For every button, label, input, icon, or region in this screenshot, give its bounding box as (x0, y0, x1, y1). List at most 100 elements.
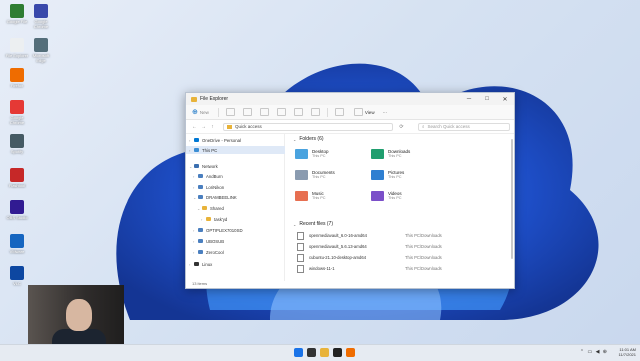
desktop-icon[interactable]: VMware (4, 234, 30, 254)
address-path: Quick access (235, 124, 262, 129)
recent-file-row[interactable]: openmediavault_5.6.13-amd64 This PC\Downl… (297, 242, 497, 251)
desktop-icon[interactable]: Flashtool (4, 168, 30, 188)
folder-icon (191, 96, 197, 102)
nav-tree-item[interactable]: › AndBurn (186, 172, 223, 180)
desktop-icon-label: Flashtool (8, 183, 26, 188)
desktop-icon-label: Google Chrome (9, 115, 25, 125)
sort-button[interactable] (334, 108, 346, 116)
app-icon (10, 68, 24, 82)
folder-icon (202, 206, 207, 210)
file-explorer-icon[interactable] (320, 348, 329, 357)
recent-section-header[interactable]: ⌄ Recent files (7) (293, 221, 333, 227)
search-input[interactable]: ⌕ Search Quick access (418, 122, 510, 131)
recent-file-row[interactable]: windows-11-1 This PC\Downloads (297, 264, 497, 273)
desktop-icon[interactable]: File Explorer (4, 38, 30, 58)
desktop-icon[interactable]: Google File (4, 4, 30, 24)
recent-file-location: This PC\Downloads (405, 255, 442, 260)
search-placeholder: Search Quick access (427, 124, 470, 129)
app-icon (10, 234, 24, 248)
nav-tree-item[interactable]: ⌄ Shared (186, 204, 224, 212)
file-icon (297, 242, 304, 251)
folder-location: This PC (388, 196, 402, 201)
paste-icon[interactable] (259, 108, 269, 116)
file-icon (297, 264, 304, 273)
taskbar-apps (292, 348, 357, 357)
clock[interactable]: 11:01 AM 11/7/2021 (619, 347, 637, 357)
app-icon (10, 168, 24, 182)
folder-tile[interactable]: Music This PC (295, 187, 367, 205)
terminal-icon[interactable] (333, 348, 342, 357)
desktop-icon[interactable]: Google Chrome (4, 100, 30, 125)
folders-section-header[interactable]: ⌄ Folders (6) (293, 136, 324, 142)
desktop-icon[interactable]: Google Chrome (28, 4, 54, 29)
folder-icon (206, 217, 211, 221)
more-options-button[interactable]: ··· (383, 110, 388, 115)
share-icon[interactable] (293, 108, 303, 116)
divider (217, 107, 219, 117)
up-button[interactable]: ↑ (208, 124, 217, 130)
file-icon (297, 253, 304, 262)
content-pane: ⌄ Folders (6) ⌄ Recent files (7) Desktop… (285, 133, 514, 281)
back-button[interactable]: ← (190, 124, 199, 130)
desktop-icon-label: Google File (6, 19, 28, 24)
folder-location: This PC (388, 175, 402, 180)
divider (326, 107, 328, 117)
nav-tree-item[interactable]: › LoriNikon (186, 183, 224, 191)
desktop-icon[interactable]: OBS Studio (4, 200, 30, 220)
minimize-button[interactable]: ─ (460, 96, 478, 102)
rename-icon[interactable] (276, 108, 286, 116)
desktop-icon[interactable]: Microsoft Edge (28, 38, 54, 63)
address-bar[interactable]: Quick access (223, 122, 393, 131)
close-button[interactable]: ✕ (496, 96, 514, 103)
maximize-button[interactable]: □ (478, 96, 496, 102)
search-icon[interactable] (307, 348, 316, 357)
folder-location: This PC (388, 154, 402, 159)
refresh-button[interactable]: ⟳ (397, 124, 406, 130)
new-button[interactable]: ⊕ New (192, 108, 209, 116)
desktop-icon-label: File Explorer (5, 53, 29, 58)
computer-icon (198, 185, 203, 189)
nav-tree-item[interactable]: ⌄ Network (186, 162, 218, 170)
status-bar: 13 items (192, 281, 208, 286)
cut-icon[interactable] (225, 108, 235, 116)
desktop-icon[interactable]: Spotify (4, 134, 30, 154)
folder-tile[interactable]: Downloads This PC (371, 145, 443, 163)
forward-button[interactable]: → (199, 124, 208, 130)
nav-tree-item[interactable]: › OneDrive - Personal (186, 136, 241, 144)
nav-tree-item[interactable]: › This PC (186, 146, 285, 154)
folder-tile[interactable]: Videos This PC (371, 187, 443, 205)
nav-tree-item[interactable]: › ZeroCool (186, 248, 224, 256)
app-icon (10, 266, 24, 280)
title-bar[interactable]: File Explorer ─ □ ✕ (186, 93, 514, 105)
delete-icon[interactable] (310, 108, 320, 116)
nav-tree-label: ZeroCool (206, 249, 224, 255)
folder-tile[interactable]: Pictures This PC (371, 166, 443, 184)
recent-file-row[interactable]: openmediavault_6.0-16-amd64 This PC\Downl… (297, 231, 497, 240)
nav-tree-item[interactable]: › Linux (186, 260, 212, 268)
nav-tree-item[interactable]: › UBOSUB (186, 237, 224, 245)
recent-file-row[interactable]: cubuntu-21.10-desktop-amd64 This PC\Downl… (297, 253, 497, 262)
nav-tree-item[interactable]: › task'yd (186, 215, 227, 223)
start-icon[interactable] (294, 348, 303, 357)
recent-file-location: This PC\Downloads (405, 233, 442, 238)
folder-tile[interactable]: Documents This PC (295, 166, 367, 184)
desktop-icon-label: VMware (9, 249, 25, 254)
desktop-icons: Google File Google Chrome File Explorer Mic… (0, 0, 54, 300)
explorer-body: › OneDrive - Personal › This PC ⌄ Network › And… (186, 133, 514, 281)
nav-tree-label: LoriNikon (206, 184, 225, 190)
nav-tree-item[interactable]: ⌄ DRAMBEELINK (186, 193, 237, 201)
system-tray-icons[interactable]: ⌃ ▭ ◀ ⊕ (580, 349, 608, 355)
scrollbar[interactable] (511, 139, 513, 259)
file-icon (297, 231, 304, 240)
desktop-icon[interactable]: VLC (4, 266, 30, 286)
view-button[interactable]: View (353, 108, 375, 116)
computer-icon (198, 195, 203, 199)
folder-icon (295, 170, 308, 180)
nav-tree-item[interactable]: › OPTIPLEX7010SD (186, 226, 243, 234)
nav-tree-label: This PC (202, 147, 218, 153)
desktop-icon[interactable]: Firefox (4, 68, 30, 88)
pc-icon (194, 148, 199, 152)
firefox-icon[interactable] (346, 348, 355, 357)
folder-tile[interactable]: Desktop This PC (295, 145, 367, 163)
copy-icon[interactable] (242, 108, 252, 116)
